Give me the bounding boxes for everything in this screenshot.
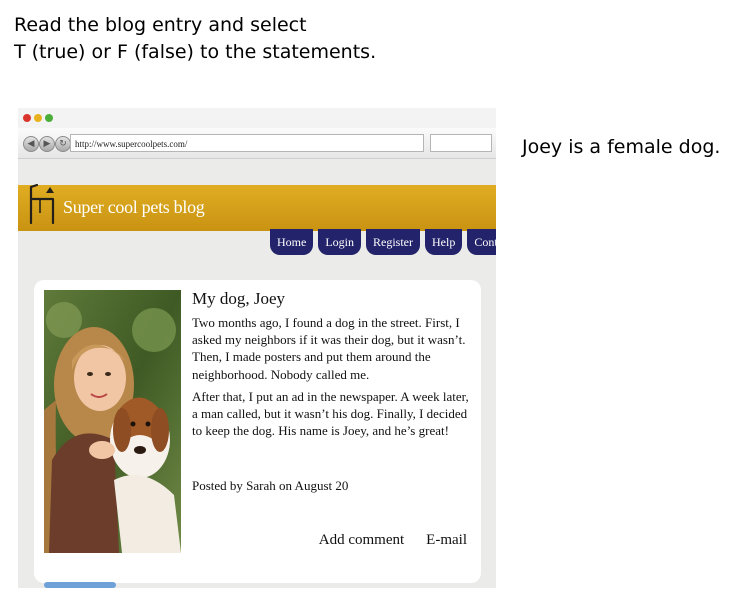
minimize-window-icon[interactable] (34, 114, 42, 122)
nav-register[interactable]: Register (366, 229, 420, 255)
email-link[interactable]: E-mail (426, 532, 467, 549)
refresh-icon[interactable]: ↻ (55, 136, 71, 152)
browser-toolbar: ◀ ▶ ↻ http://www.supercoolpets.com/ (18, 128, 496, 159)
post-byline: Posted by Sarah on August 20 (192, 478, 349, 493)
blog-post-card: My dog, Joey Two months ago, I found a d… (34, 280, 481, 583)
add-comment-link[interactable]: Add comment (319, 532, 404, 549)
browser-search-box[interactable] (430, 134, 492, 152)
site-banner: Super cool pets blog (18, 183, 496, 231)
post-actions: Add comment E-mail (319, 532, 467, 549)
post-paragraph-2: After that, I put an ad in the newspaper… (192, 388, 469, 439)
post-title: My dog, Joey (192, 289, 286, 308)
nav-contact[interactable]: Contact (467, 229, 496, 255)
back-arrow-icon[interactable]: ◀ (23, 136, 39, 152)
browser-window: ◀ ▶ ↻ http://www.supercoolpets.com/ Supe… (18, 108, 496, 588)
site-nav: Home Login Register Help Contact (270, 229, 496, 255)
chair-logo-icon (29, 183, 55, 225)
forward-arrow-icon[interactable]: ▶ (39, 136, 55, 152)
statement-text: Joey is a female dog. (522, 136, 721, 158)
instructions: Read the blog entry and select T (true) … (14, 12, 376, 66)
instructions-line-1: Read the blog entry and select (14, 14, 307, 36)
close-window-icon[interactable] (23, 114, 31, 122)
window-controls (23, 114, 53, 122)
post-body: Two months ago, I found a dog in the str… (192, 314, 476, 444)
nav-login[interactable]: Login (318, 229, 361, 255)
nav-home[interactable]: Home (270, 229, 314, 255)
nav-help[interactable]: Help (425, 229, 463, 255)
web-page: Super cool pets blog Home Login Register… (18, 159, 496, 588)
site-title[interactable]: Super cool pets blog (63, 197, 205, 218)
url-bar[interactable]: http://www.supercoolpets.com/ (70, 134, 424, 152)
horizontal-scrollbar[interactable] (44, 582, 116, 588)
post-paragraph-1: Two months ago, I found a dog in the str… (192, 315, 466, 382)
girl-with-dog-photo (44, 290, 181, 553)
maximize-window-icon[interactable] (45, 114, 53, 122)
instructions-line-2: T (true) or F (false) to the statements. (14, 41, 377, 63)
